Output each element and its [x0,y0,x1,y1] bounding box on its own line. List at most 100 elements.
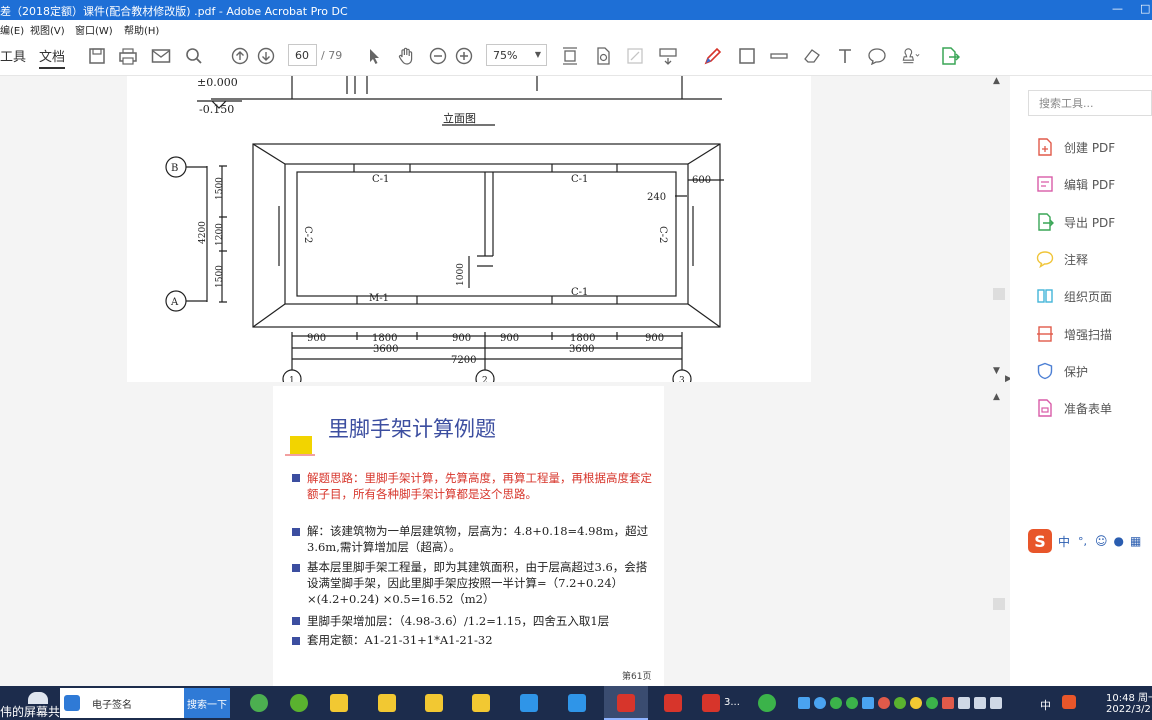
folder-icon[interactable] [330,694,348,712]
scroll-up-icon[interactable]: ▲ [993,76,1000,86]
tray-app-icon[interactable] [910,697,922,709]
volume-icon[interactable] [990,697,1002,709]
shield-icon [1036,362,1054,380]
tray-language[interactable]: 中 [1040,697,1051,713]
chrome-icon[interactable] [250,694,268,712]
dim-240: 240 [647,192,666,203]
whiteboard-icon[interactable] [520,694,538,712]
acrobat-task-active[interactable] [604,686,648,720]
tool-create-pdf[interactable]: 创建 PDF [1036,136,1115,158]
menu-view[interactable]: 视图(V) [30,22,65,37]
full-screen-icon[interactable] [625,46,645,66]
eraser-icon[interactable] [802,46,822,66]
tray-app-icon[interactable] [942,697,954,709]
tray-app-icon[interactable] [926,697,938,709]
window-c2-label-right: C-2 [657,226,668,243]
ime-language[interactable]: 中 [1058,533,1070,550]
tray-app-icon[interactable] [798,697,810,709]
title-bar: 差（2018定额）课件(配合教材修改版) .pdf - Adobe Acroba… [0,0,1152,20]
grid-1-label: 1 [289,376,295,382]
search-button[interactable]: 搜索一下 [184,688,230,718]
zoom-select[interactable]: 75% ▼ [486,44,547,66]
tool-protect[interactable]: 保护 [1036,360,1088,382]
sogou-logo-icon: S [1028,529,1052,553]
scroll-mode-icon[interactable] [658,46,678,66]
bullet-marker [292,617,300,625]
save-icon[interactable] [87,46,107,66]
sogou-tray-icon[interactable] [1062,695,1076,709]
tool-comment[interactable]: 注释 [1036,248,1088,270]
slide-page-label: 第61页 [622,672,652,682]
scrollbar-thumb[interactable] [993,288,1005,300]
next-page-icon[interactable] [256,46,276,66]
panel-toggle-icon[interactable]: ▶ [1005,374,1010,384]
zoom-out-icon[interactable] [428,46,448,66]
clock-time[interactable]: 10:48 周一 [1106,689,1152,704]
tab-tools[interactable]: 工具 [0,46,26,65]
tray-app-icon[interactable] [814,697,826,709]
punctuation-icon[interactable]: °, [1078,535,1087,548]
dim-900-a: 900 [307,333,326,344]
search-icon[interactable] [184,46,204,66]
menu-edit[interactable]: 编(E) [0,22,24,37]
tab-document[interactable]: 文档 [39,46,66,69]
acrobat-icon[interactable] [664,694,682,712]
tool-prepare-form[interactable]: 准备表单 [1036,397,1112,419]
ime-toolbar[interactable]: S 中 °, ☺ ● ▦ [1028,528,1152,554]
scroll-up-icon[interactable]: ▲ [993,392,1000,402]
tray-app-icon[interactable] [958,697,970,709]
minimize-icon[interactable]: — [1112,2,1123,15]
clock-date[interactable]: 2022/3/21 [1106,704,1152,715]
document-viewport[interactable]: ±0.000 -0.150 立面图 B A 1 2 3 1500 1200 15… [0,76,1010,686]
maximize-icon[interactable]: □ [1140,2,1150,15]
tool-export-pdf[interactable]: 导出 PDF [1036,211,1115,233]
wechat-icon[interactable] [758,694,776,712]
highlight-pen-icon[interactable] [703,46,723,66]
share-icon[interactable] [28,692,48,704]
app-plus-icon[interactable] [290,694,308,712]
tray-app-icon[interactable] [878,697,890,709]
stamp-icon[interactable] [900,46,920,66]
tray-wechat-icon[interactable] [830,697,842,709]
search-box[interactable]: 电子签名 [60,688,184,718]
folder-icon[interactable] [425,694,443,712]
tray-app-icon[interactable] [862,697,874,709]
microphone-icon[interactable]: ● [1114,534,1124,548]
edit-pdf-icon [1036,175,1054,193]
menu-help[interactable]: 帮助(H) [124,22,159,37]
tool-organize-pages[interactable]: 组织页面 [1036,285,1112,307]
highlight-underline [285,454,315,456]
previous-page-icon[interactable] [230,46,250,66]
tool-edit-pdf[interactable]: 编辑 PDF [1036,173,1115,195]
comment-icon[interactable] [867,46,887,66]
rectangle-icon[interactable] [737,46,757,66]
window-c1-label-a: C-1 [372,174,389,185]
export-pdf-icon[interactable] [940,46,960,66]
export-pdf-icon [1036,213,1054,231]
tray-app-icon[interactable] [846,697,858,709]
tool-enhance-scans[interactable]: 增强扫描 [1036,323,1112,345]
folder-icon[interactable] [472,694,490,712]
text-tool-icon[interactable] [835,46,855,66]
rotate-page-icon[interactable] [593,46,613,66]
menu-window[interactable]: 窗口(W) [75,22,113,37]
select-arrow-icon[interactable] [364,46,384,66]
mail-icon[interactable] [151,46,171,66]
fit-page-icon[interactable] [560,46,580,66]
acrobat-icon[interactable] [702,694,720,712]
tray-app-icon[interactable] [894,697,906,709]
line-icon[interactable] [769,46,789,66]
keyboard-icon[interactable]: ▦ [1130,534,1141,548]
whiteboard-icon[interactable] [568,694,586,712]
scroll-down-icon[interactable]: ▼ [993,366,1000,376]
network-icon[interactable] [974,697,986,709]
zoom-in-icon[interactable] [454,46,474,66]
emoji-icon[interactable]: ☺ [1095,534,1108,548]
page-total: / 79 [321,49,343,62]
scrollbar-thumb[interactable] [993,598,1005,610]
page-number-input[interactable]: 60 [288,44,317,66]
folder-icon[interactable] [378,694,396,712]
hand-tool-icon[interactable] [396,46,416,66]
print-icon[interactable] [118,46,138,66]
search-tools-input[interactable]: 搜索工具... [1028,90,1152,116]
